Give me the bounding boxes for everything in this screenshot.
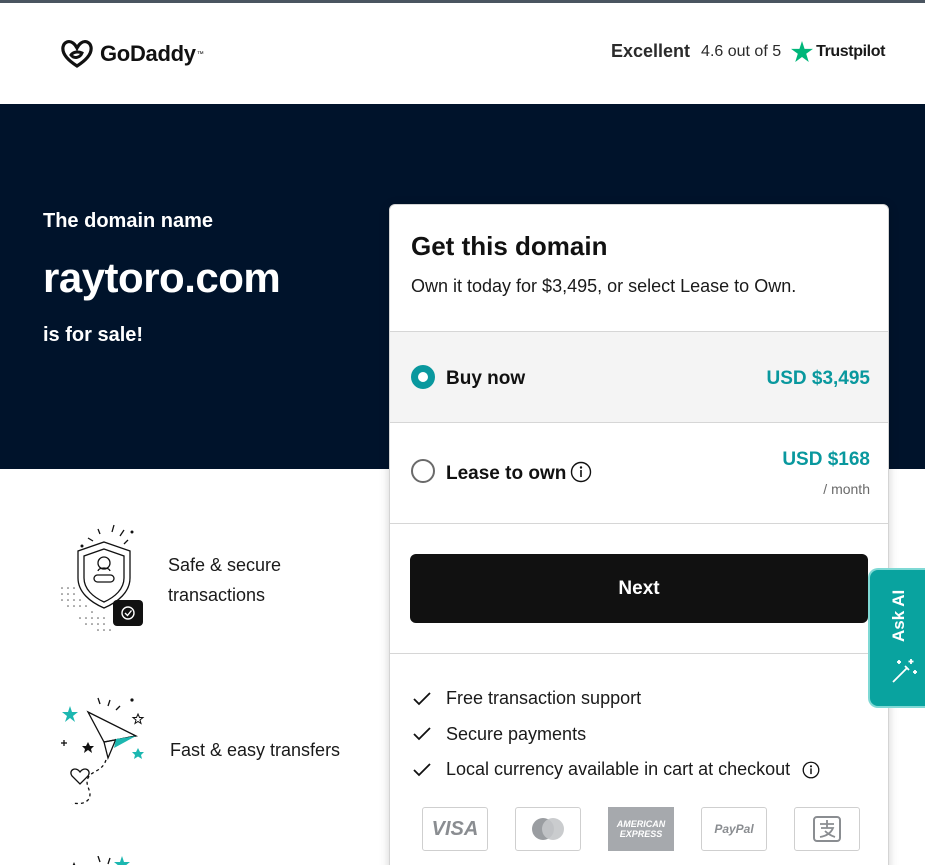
info-icon[interactable]: [802, 761, 820, 779]
logo-wordmark: GoDaddy: [100, 41, 196, 66]
card-title: Get this domain: [411, 231, 608, 261]
feature-safe-secure: Safe & secure transactions: [58, 520, 388, 640]
lease-to-own-label: Lease to own: [446, 463, 567, 484]
godaddy-logo-icon: [61, 40, 93, 68]
site-header: GoDaddy ™ Excellent 4.6 out of 5 Trustpil…: [0, 3, 925, 104]
sparkle-icon: [72, 856, 130, 865]
benefit-text: Local currency available in cart at chec…: [446, 759, 791, 780]
ask-ai-button[interactable]: Ask AI: [868, 568, 925, 708]
shield-icon: [61, 524, 143, 631]
buy-now-price: USD $3,495: [766, 368, 870, 389]
trustpilot-star-icon: [791, 41, 814, 62]
payment-methods: VISA AMERICAN EXPRESS PayPal: [422, 807, 887, 851]
buy-now-label: Buy now: [446, 368, 526, 389]
lease-price: USD $168: [782, 449, 870, 470]
paper-plane-icon: [61, 697, 145, 805]
check-icon: [413, 727, 431, 741]
amex-icon: AMERICAN EXPRESS: [608, 807, 674, 851]
benefit-text: Free transaction support: [446, 688, 642, 709]
benefit-item: Local currency available in cart at chec…: [412, 752, 820, 788]
buy-now-radio[interactable]: [411, 365, 435, 389]
lease-to-own-radio[interactable]: [411, 459, 435, 483]
lease-period: / month: [823, 481, 870, 497]
next-button[interactable]: Next: [410, 554, 868, 623]
godaddy-logo[interactable]: GoDaddy ™: [60, 39, 204, 69]
paypal-icon: PayPal: [701, 807, 767, 851]
hero-post-text: is for sale!: [43, 324, 144, 346]
check-icon: [413, 763, 431, 777]
card-subtitle: Own it today for $3,495, or select Lease…: [411, 276, 797, 296]
mastercard-icon: [515, 807, 581, 851]
feature-partial-icon: [58, 856, 388, 865]
purchase-card: Get this domain Own it today for $3,495,…: [389, 204, 889, 865]
option-buy-now[interactable]: Buy now USD $3,495: [390, 331, 888, 422]
magic-wand-icon: [892, 659, 917, 683]
feature-label: Safe & secure: [168, 555, 282, 575]
benefit-text: Secure payments: [446, 723, 587, 744]
trustpilot-brand: Trustpilot: [816, 42, 885, 60]
ask-ai-label: Ask AI: [889, 589, 908, 642]
info-icon[interactable]: [570, 461, 592, 483]
check-icon: [413, 692, 431, 706]
alipay-icon: [794, 807, 860, 851]
option-lease-to-own[interactable]: Lease to own USD $168 / month: [390, 422, 888, 523]
trustpilot-rating-word: Excellent: [611, 41, 691, 61]
next-area: Next: [390, 523, 888, 654]
benefit-item: Free transaction support: [412, 681, 820, 717]
visa-icon: VISA: [422, 807, 488, 851]
trustpilot-score: 4.6 out of 5: [701, 42, 782, 60]
feature-fast-transfers: Fast & easy transfers: [58, 692, 388, 808]
trustpilot-rating[interactable]: Excellent 4.6 out of 5 Trustpilot: [611, 41, 885, 62]
benefit-item: Secure payments: [412, 717, 820, 753]
hero-pre-text: The domain name: [43, 210, 214, 232]
feature-label: Fast & easy transfers: [170, 740, 341, 760]
feature-label-line2: transactions: [168, 585, 266, 605]
hero-domain-name: raytoro.com: [43, 254, 281, 301]
benefit-list: Free transaction support Secure payments…: [412, 681, 820, 788]
